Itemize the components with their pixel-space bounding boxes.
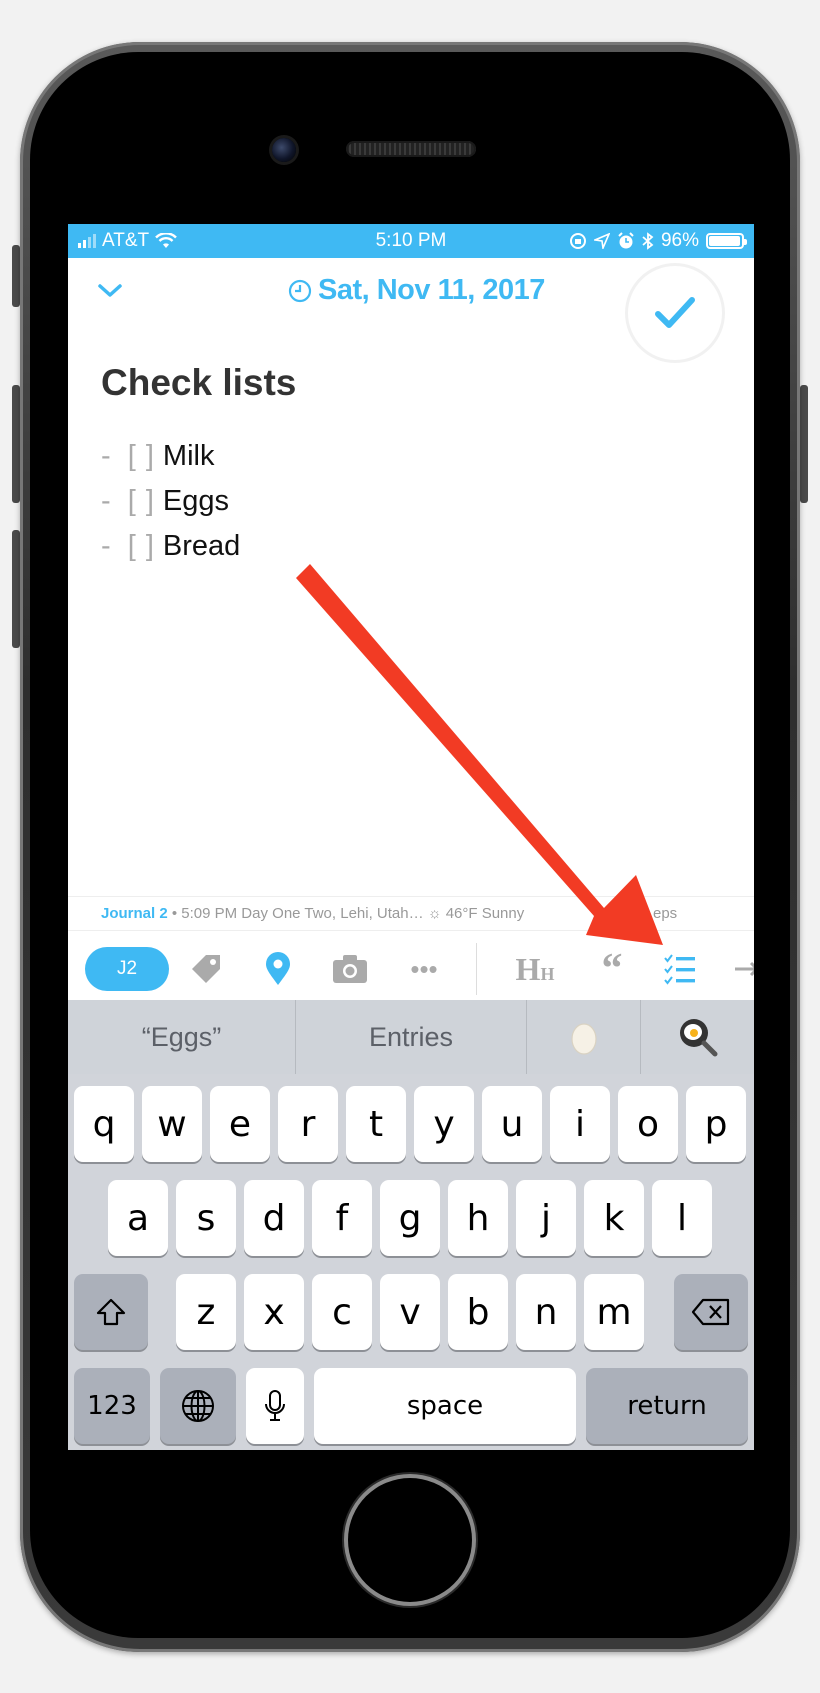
annotation-arrow <box>296 564 663 945</box>
annotation-arrow-shape <box>296 564 663 945</box>
